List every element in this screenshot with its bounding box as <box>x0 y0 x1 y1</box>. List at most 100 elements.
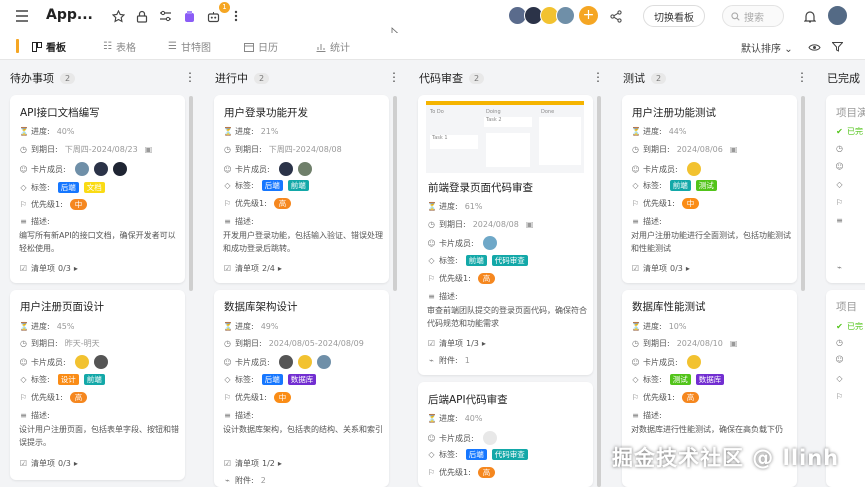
member-avatar[interactable] <box>278 162 293 176</box>
priority-badge[interactable]: 中 <box>681 198 700 209</box>
tag[interactable]: 代码审查 <box>491 255 528 266</box>
tag[interactable]: 后端 <box>465 449 487 460</box>
checklist-row[interactable]: ☑ 清单项 1/3 ▸ <box>427 338 486 349</box>
priority-badge[interactable]: 中 <box>273 392 292 403</box>
checklist-row[interactable]: ☑ 清单项 1/2 ▸ <box>223 458 282 469</box>
tab-stats[interactable]: 统计 <box>316 39 350 54</box>
add-member-button[interactable]: + <box>579 6 598 25</box>
task-card[interactable]: 数据库架构设计 ⏳ 进度: 49% ◷ 到期日: 2024/08/05-2024/08/… <box>214 290 389 487</box>
column-menu-icon[interactable]: ⋮ <box>184 70 196 84</box>
priority-badge[interactable]: 高 <box>477 467 496 478</box>
member-avatar[interactable] <box>316 355 331 369</box>
column-scrollbar[interactable] <box>393 96 397 291</box>
column-menu-icon[interactable]: ⋮ <box>592 70 604 84</box>
priority-badge[interactable]: 高 <box>681 392 700 403</box>
clock-icon: ◷ <box>224 145 231 154</box>
tag[interactable]: 代码审查 <box>491 449 528 460</box>
attachments-row[interactable]: ⌁ 附件: 1 <box>427 355 470 366</box>
task-card[interactable]: To Do Doing Done Task 2 Task 1 前端登录页面代码审… <box>418 95 593 375</box>
field-label: 优先级1: <box>643 199 675 208</box>
tag[interactable]: 文档 <box>83 182 105 193</box>
filter-settings-icon[interactable] <box>157 7 173 25</box>
share-icon[interactable] <box>608 7 624 25</box>
tag[interactable]: 后端 <box>261 374 283 385</box>
member-avatar[interactable] <box>482 431 497 445</box>
lock-icon[interactable] <box>134 7 150 25</box>
task-card[interactable]: 用户注册页面设计 ⏳ 进度: 45% ◷ 到期日: 昨天-明天 ☺ 卡片成员: ◇ 标签: 设… <box>10 290 185 480</box>
tag[interactable]: 前端 <box>465 255 487 266</box>
column-scrollbar[interactable] <box>597 96 601 487</box>
task-card[interactable]: 后端API代码审查 ⏳ 进度: 40% ☺ 卡片成员: ◇ 标签: 后端 代码审查 ⚐ 优先级… <box>418 382 593 487</box>
star-icon[interactable] <box>110 7 126 25</box>
member-avatar[interactable] <box>112 162 127 176</box>
member-avatar[interactable] <box>686 355 701 369</box>
user-avatar[interactable] <box>827 5 848 26</box>
tag-icon: ◇ <box>836 180 843 189</box>
task-card[interactable]: API接口文档编写 ⏳ 进度: 40% ◷ 到期日: 下周四-2024/08/23 ▣ ☺… <box>10 95 185 283</box>
tag[interactable]: 前端 <box>287 180 309 191</box>
field-label: 标签: <box>439 256 458 265</box>
priority-badge[interactable]: 中 <box>69 199 88 210</box>
member-avatar[interactable] <box>93 355 108 369</box>
checklist-row[interactable]: ☑ 清单项 2/4 ▸ <box>223 263 282 274</box>
paperclip-icon: ⌁ <box>837 263 842 272</box>
field-label: 卡片成员: <box>31 164 66 174</box>
tag[interactable]: 数据库 <box>695 374 725 385</box>
task-card[interactable]: 用户登录功能开发 ⏳ 进度: 21% ◷ 到期日: 下周四-2024/08/08 ☺ 卡片… <box>214 95 389 283</box>
theme-icon[interactable] <box>181 7 197 25</box>
filter-icon[interactable] <box>829 38 845 56</box>
tag[interactable]: 后端 <box>57 182 79 193</box>
checklist-icon: ☑ <box>223 264 232 273</box>
checklist-row[interactable]: ☑ 清单项 0/3 ▸ <box>19 263 78 274</box>
column-menu-icon[interactable]: ⋮ <box>796 70 808 84</box>
priority-badge[interactable]: 高 <box>69 392 88 403</box>
eye-icon[interactable] <box>806 38 822 56</box>
desc-label-row: ≡ 描述: <box>631 410 662 421</box>
checklist-row[interactable]: ☑ 清单项 0/3 ▸ <box>19 458 78 469</box>
priority-badge[interactable]: 高 <box>477 273 496 284</box>
tag[interactable]: 前端 <box>83 374 105 385</box>
tab-calendar[interactable]: 日历 <box>244 39 278 54</box>
member-avatar[interactable] <box>74 162 89 176</box>
tag[interactable]: 测试 <box>669 374 691 385</box>
tag[interactable]: 前端 <box>669 180 691 191</box>
member-avatar[interactable] <box>297 355 312 369</box>
more-vertical-icon[interactable] <box>231 7 241 25</box>
tab-board[interactable]: 看板 <box>32 39 66 54</box>
member-avatar[interactable] <box>278 355 293 369</box>
cover-text: Done <box>541 109 555 115</box>
sort-dropdown[interactable]: 默认排序 ⌄ <box>741 40 793 55</box>
switch-board-button[interactable]: 切换看板 <box>643 5 705 27</box>
tab-gantt[interactable]: ☰ 甘特图 <box>168 39 211 54</box>
task-card[interactable]: 项目演 ✔ 已完 ◷ ☺ ◇ ⚐ ≡ ⌁ <box>826 95 865 283</box>
checklist-row[interactable]: ☑ 清单项 0/3 ▸ <box>631 263 690 274</box>
hourglass-icon: ⏳ <box>631 322 641 331</box>
progress-row: ⏳ 进度: 40% <box>19 126 74 137</box>
member-avatar[interactable] <box>482 236 497 250</box>
column-title: 进行中 <box>215 72 248 85</box>
member-avatar[interactable] <box>74 355 89 369</box>
tag[interactable]: 设计 <box>57 374 79 385</box>
field-label: 卡片成员: <box>31 357 66 367</box>
column-menu-icon[interactable]: ⋮ <box>388 70 400 84</box>
search-input[interactable]: 搜索 <box>722 5 784 27</box>
card-cover-image[interactable]: To Do Doing Done Task 2 Task 1 <box>426 101 584 173</box>
tag[interactable]: 数据库 <box>287 374 317 385</box>
task-card[interactable]: 用户注册功能测试 ⏳ 进度: 44% ◷ 到期日: 2024/08/06 ▣ ☺ 卡片成员:… <box>622 95 797 283</box>
priority-badge[interactable]: 高 <box>273 198 292 209</box>
member-avatar[interactable] <box>686 162 701 176</box>
member-avatar[interactable] <box>93 162 108 176</box>
tag[interactable]: 测试 <box>695 180 717 191</box>
bell-icon[interactable] <box>802 7 818 25</box>
member-avatar[interactable] <box>297 162 312 176</box>
tag[interactable]: 后端 <box>261 180 283 191</box>
tab-table[interactable]: ☷ 表格 <box>103 39 136 54</box>
avatar[interactable] <box>556 6 575 25</box>
menu-icon[interactable] <box>14 7 30 25</box>
attachments-row[interactable]: ⌁ 附件: 2 <box>223 475 266 486</box>
progress-row: ⏳ 进度: 45% <box>19 321 74 332</box>
column-scrollbar[interactable] <box>189 96 193 291</box>
field-label: 优先级1: <box>235 393 267 402</box>
column-header-review: 代码审查 2 <box>419 70 485 86</box>
column-scrollbar[interactable] <box>801 96 805 291</box>
